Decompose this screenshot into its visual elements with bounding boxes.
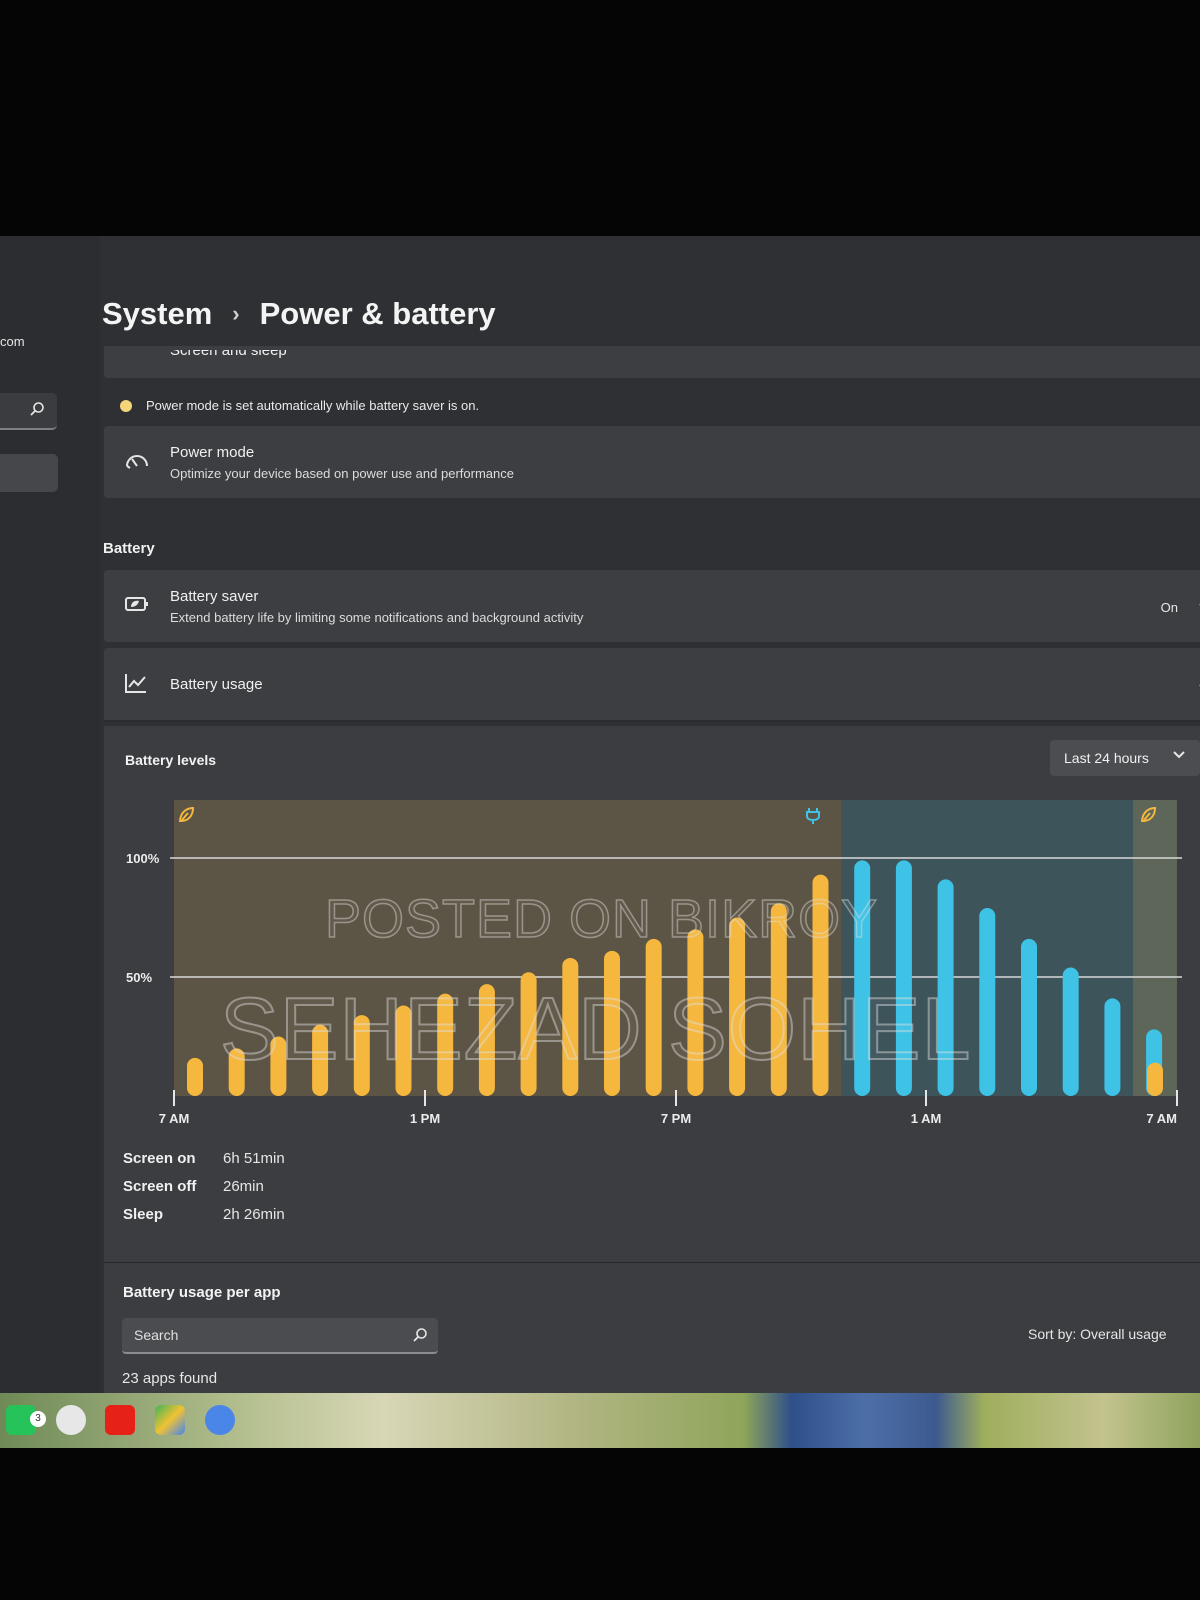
- battery-level-bar: [1021, 938, 1037, 1096]
- stat-label: Screen off: [123, 1178, 197, 1195]
- stat-value: 26min: [223, 1178, 264, 1195]
- x-tick-label: 7 AM: [159, 1111, 190, 1126]
- search-icon: [412, 1327, 428, 1348]
- y-tick-label: 100%: [126, 851, 160, 866]
- sort-by-dropdown[interactable]: Sort by: Overall usage: [1028, 1326, 1167, 1342]
- battery-level-bar: [1104, 998, 1121, 1096]
- battery-level-bar: [1062, 967, 1079, 1096]
- stat-value: 6h 51min: [223, 1150, 285, 1167]
- stat-label: Screen on: [123, 1150, 196, 1167]
- battery-level-bar: [979, 907, 996, 1096]
- watermark-line-2: SEHEZAD SOHEL: [219, 978, 972, 1079]
- sort-by-label: Sort by: Overall usage: [1028, 1326, 1167, 1342]
- x-tick-label: 1 PM: [410, 1111, 440, 1126]
- y-tick-label: 50%: [126, 970, 152, 985]
- browser-icon[interactable]: [56, 1405, 86, 1435]
- battery-level-bar: [1147, 1062, 1163, 1096]
- notification-badge: 3: [30, 1411, 46, 1427]
- youtube-icon[interactable]: [105, 1405, 135, 1435]
- per-app-title: Battery usage per app: [123, 1284, 281, 1301]
- watermark-line-1: POSTED ON BIKROY: [324, 888, 879, 950]
- battery-level-bar: [187, 1057, 203, 1096]
- app-stack-icon[interactable]: [155, 1405, 185, 1435]
- stat-label: Sleep: [123, 1206, 164, 1223]
- apps-found-count: 23 apps found: [122, 1370, 218, 1387]
- x-tick-label: 7 AM: [1146, 1111, 1177, 1126]
- whatsapp-icon[interactable]: 3: [6, 1405, 46, 1435]
- app-search-input[interactable]: [132, 1326, 396, 1344]
- taskbar: 3: [0, 1393, 1200, 1448]
- chrome-icon[interactable]: [205, 1405, 235, 1435]
- x-tick-label: 1 AM: [911, 1111, 942, 1126]
- x-tick-label: 7 PM: [661, 1111, 691, 1126]
- app-search-box[interactable]: [122, 1318, 438, 1354]
- stat-value: 2h 26min: [223, 1206, 285, 1223]
